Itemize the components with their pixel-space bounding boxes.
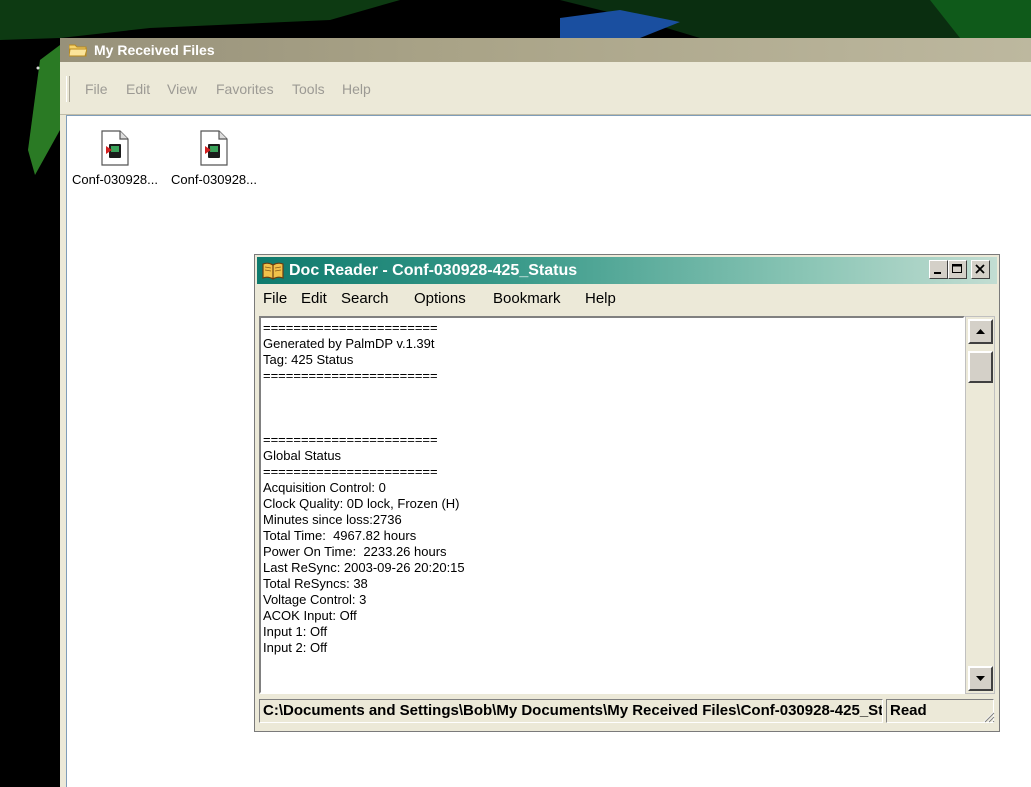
document-line: Last ReSync: 2003-09-26 20:20:15 <box>263 560 465 575</box>
doc-menu-file[interactable]: File <box>263 289 287 309</box>
arrow-down-icon <box>976 676 985 681</box>
doc-reader-title-bar[interactable]: Doc Reader - Conf-030928-425_Status <box>257 257 997 284</box>
document-line: ======================= <box>263 432 438 447</box>
maximize-icon <box>952 264 962 273</box>
document-line: Clock Quality: 0D lock, Frozen (H) <box>263 496 460 511</box>
doc-menu-options[interactable]: Options <box>414 289 466 309</box>
book-icon <box>262 262 284 280</box>
explorer-menu-favorites[interactable]: Favorites <box>216 78 274 100</box>
doc-file-icon <box>199 130 229 166</box>
document-text-area[interactable]: ======================= Generated by Palm… <box>259 316 965 694</box>
doc-menu-edit[interactable]: Edit <box>301 289 327 309</box>
scroll-down-button[interactable] <box>968 666 993 691</box>
document-line: Total Time: 4967.82 hours <box>263 528 417 543</box>
minimize-icon <box>934 272 941 274</box>
document-line: Tag: 425 Status <box>263 352 354 367</box>
arrow-up-icon <box>976 329 985 334</box>
toolbar-grip[interactable] <box>66 76 70 102</box>
doc-menu-bookmark[interactable]: Bookmark <box>493 289 561 309</box>
status-bar: C:\Documents and Settings\Bob\My Documen… <box>257 697 997 727</box>
document-line: Input 2: Off <box>263 640 328 655</box>
doc-file-icon <box>100 130 130 166</box>
document-line: Voltage Control: 3 <box>263 592 367 607</box>
minimize-button[interactable] <box>929 260 948 279</box>
document-line: Global Status <box>263 448 342 463</box>
doc-menu-help[interactable]: Help <box>585 289 616 309</box>
explorer-menu-file[interactable]: File <box>85 78 108 100</box>
file-item[interactable]: Conf-030928... <box>164 124 264 187</box>
explorer-title: My Received Files <box>94 42 215 58</box>
document-line: Total ReSyncs: 38 <box>263 576 368 591</box>
explorer-menu-bar: File Edit View Favorites Tools Help <box>60 62 1031 115</box>
document-lines: ======================= Generated by Palm… <box>263 320 963 656</box>
document-line: Input 1: Off <box>263 624 328 639</box>
document-line: Acquisition Control: 0 <box>263 480 386 495</box>
document-line: ======================= <box>263 368 438 383</box>
doc-reader-window: Doc Reader - Conf-030928-425_Status File… <box>254 254 1000 732</box>
explorer-menu-help[interactable]: Help <box>342 78 371 100</box>
doc-menu-search[interactable]: Search <box>341 289 389 309</box>
maximize-button[interactable] <box>948 260 967 279</box>
document-line: Generated by PalmDP v.1.39t <box>263 336 435 351</box>
file-item[interactable]: Conf-030928... <box>65 124 165 187</box>
document-line: ======================= <box>263 464 438 479</box>
explorer-menu-tools[interactable]: Tools <box>292 78 325 100</box>
scroll-thumb[interactable] <box>968 350 993 383</box>
doc-reader-title: Doc Reader - Conf-030928-425_Status <box>289 262 578 279</box>
vertical-scrollbar[interactable] <box>965 316 995 694</box>
close-icon <box>975 264 985 274</box>
folder-icon <box>69 44 87 57</box>
scroll-up-button[interactable] <box>968 319 993 344</box>
explorer-menu-view[interactable]: View <box>167 78 197 100</box>
document-line: ACOK Input: Off <box>263 608 357 623</box>
document-line: Power On Time: 2233.26 hours <box>263 544 447 559</box>
file-item-label: Conf-030928... <box>170 172 257 187</box>
resize-grip-icon[interactable] <box>981 709 995 723</box>
status-file-path: C:\Documents and Settings\Bob\My Documen… <box>259 699 883 723</box>
status-mode: Read <box>886 699 994 723</box>
document-line: Minutes since loss:2736 <box>263 512 402 527</box>
doc-reader-menu-bar: File Edit Search Options Bookmark Help <box>257 285 997 313</box>
explorer-menu-edit[interactable]: Edit <box>126 78 150 100</box>
close-button[interactable] <box>971 260 990 279</box>
explorer-title-bar[interactable]: My Received Files <box>60 38 1031 62</box>
file-item-label: Conf-030928... <box>71 172 158 187</box>
document-line: ======================= <box>263 320 438 335</box>
